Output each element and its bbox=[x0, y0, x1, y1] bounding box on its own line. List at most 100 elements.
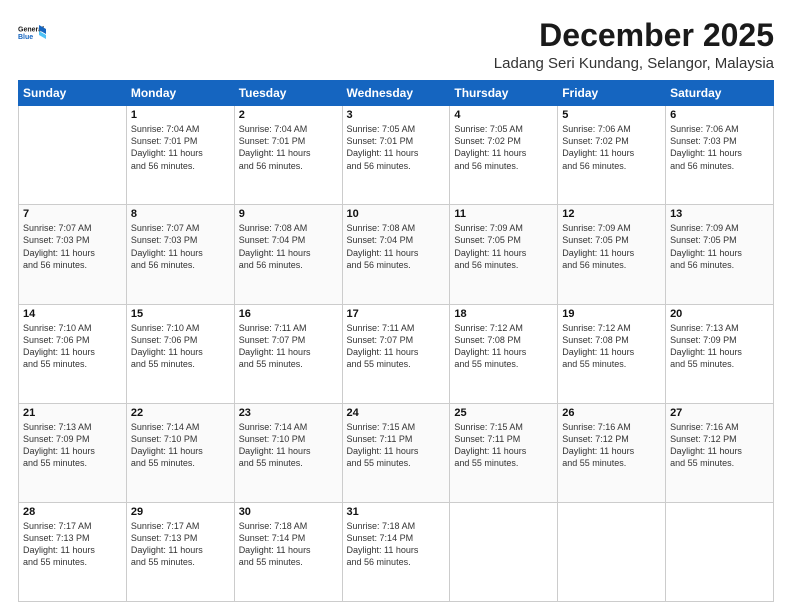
calendar-header-row: SundayMondayTuesdayWednesdayThursdayFrid… bbox=[19, 81, 774, 106]
calendar-header-sunday: Sunday bbox=[19, 81, 127, 106]
day-number: 22 bbox=[131, 407, 230, 419]
calendar-cell: 2 Sunrise: 7:04 AM Sunset: 7:01 PM Daylig… bbox=[234, 106, 342, 205]
calendar-header-wednesday: Wednesday bbox=[342, 81, 450, 106]
day-number: 12 bbox=[562, 208, 661, 220]
calendar-week-2: 7 Sunrise: 7:07 AM Sunset: 7:03 PM Daylig… bbox=[19, 205, 774, 304]
calendar-cell: 16Sunrise: 7:11 AM Sunset: 7:07 PM Dayli… bbox=[234, 304, 342, 403]
calendar-cell: 10 Sunrise: 7:08 AM Sunset: 7:04 PM Dayli… bbox=[342, 205, 450, 304]
day-info: Sunrise: 7:07 AM Sunset: 7:03 PM Dayligh… bbox=[131, 222, 230, 271]
calendar-cell: 19Sunrise: 7:12 AM Sunset: 7:08 PM Dayli… bbox=[558, 304, 666, 403]
day-number: 23 bbox=[239, 407, 338, 419]
title-block: December 2025 Ladang Seri Kundang, Selan… bbox=[494, 18, 774, 72]
day-info: Sunrise: 7:14 AM Sunset: 7:10 PM Dayligh… bbox=[131, 421, 230, 470]
calendar-cell: 27Sunrise: 7:16 AM Sunset: 7:12 PM Dayli… bbox=[666, 403, 774, 502]
day-info: Sunrise: 7:17 AM Sunset: 7:13 PM Dayligh… bbox=[23, 520, 122, 569]
calendar-cell bbox=[19, 106, 127, 205]
day-info: Sunrise: 7:18 AM Sunset: 7:14 PM Dayligh… bbox=[239, 520, 338, 569]
day-number: 4 bbox=[454, 109, 553, 121]
calendar-cell: 12Sunrise: 7:09 AM Sunset: 7:05 PM Dayli… bbox=[558, 205, 666, 304]
day-info: Sunrise: 7:06 AM Sunset: 7:02 PM Dayligh… bbox=[562, 123, 661, 172]
calendar-header-thursday: Thursday bbox=[450, 81, 558, 106]
day-info: Sunrise: 7:10 AM Sunset: 7:06 PM Dayligh… bbox=[23, 322, 122, 371]
calendar-week-1: 1 Sunrise: 7:04 AM Sunset: 7:01 PM Daylig… bbox=[19, 106, 774, 205]
day-info: Sunrise: 7:10 AM Sunset: 7:06 PM Dayligh… bbox=[131, 322, 230, 371]
day-info: Sunrise: 7:05 AM Sunset: 7:01 PM Dayligh… bbox=[347, 123, 446, 172]
day-info: Sunrise: 7:13 AM Sunset: 7:09 PM Dayligh… bbox=[670, 322, 769, 371]
day-number: 2 bbox=[239, 109, 338, 121]
calendar-cell: 29 Sunrise: 7:17 AM Sunset: 7:13 PM Dayli… bbox=[126, 502, 234, 601]
calendar-cell: 5 Sunrise: 7:06 AM Sunset: 7:02 PM Daylig… bbox=[558, 106, 666, 205]
calendar-cell bbox=[666, 502, 774, 601]
calendar-cell: 15Sunrise: 7:10 AM Sunset: 7:06 PM Dayli… bbox=[126, 304, 234, 403]
calendar-cell: 31 Sunrise: 7:18 AM Sunset: 7:14 PM Dayli… bbox=[342, 502, 450, 601]
calendar-cell: 30 Sunrise: 7:18 AM Sunset: 7:14 PM Dayli… bbox=[234, 502, 342, 601]
calendar-cell: 26 Sunrise: 7:16 AM Sunset: 7:12 PM Dayli… bbox=[558, 403, 666, 502]
calendar-cell: 3Sunrise: 7:05 AM Sunset: 7:01 PM Daylig… bbox=[342, 106, 450, 205]
day-number: 28 bbox=[23, 506, 122, 518]
day-info: Sunrise: 7:12 AM Sunset: 7:08 PM Dayligh… bbox=[562, 322, 661, 371]
day-number: 13 bbox=[670, 208, 769, 220]
day-number: 18 bbox=[454, 308, 553, 320]
calendar-cell: 20 Sunrise: 7:13 AM Sunset: 7:09 PM Dayli… bbox=[666, 304, 774, 403]
calendar-cell: 14 Sunrise: 7:10 AM Sunset: 7:06 PM Dayli… bbox=[19, 304, 127, 403]
day-number: 25 bbox=[454, 407, 553, 419]
day-info: Sunrise: 7:17 AM Sunset: 7:13 PM Dayligh… bbox=[131, 520, 230, 569]
svg-text:Blue: Blue bbox=[18, 34, 33, 41]
calendar-table: SundayMondayTuesdayWednesdayThursdayFrid… bbox=[18, 80, 774, 602]
logo: GeneralBlue bbox=[18, 18, 48, 48]
day-info: Sunrise: 7:11 AM Sunset: 7:07 PM Dayligh… bbox=[239, 322, 338, 371]
day-number: 17 bbox=[347, 308, 446, 320]
calendar-header-saturday: Saturday bbox=[666, 81, 774, 106]
calendar-cell: 28 Sunrise: 7:17 AM Sunset: 7:13 PM Dayli… bbox=[19, 502, 127, 601]
day-info: Sunrise: 7:06 AM Sunset: 7:03 PM Dayligh… bbox=[670, 123, 769, 172]
day-number: 9 bbox=[239, 208, 338, 220]
calendar-header-tuesday: Tuesday bbox=[234, 81, 342, 106]
calendar-cell: 23Sunrise: 7:14 AM Sunset: 7:10 PM Dayli… bbox=[234, 403, 342, 502]
calendar-cell: 22 Sunrise: 7:14 AM Sunset: 7:10 PM Dayli… bbox=[126, 403, 234, 502]
day-info: Sunrise: 7:05 AM Sunset: 7:02 PM Dayligh… bbox=[454, 123, 553, 172]
main-title: December 2025 bbox=[494, 18, 774, 53]
header: GeneralBlue December 2025 Ladang Seri Ku… bbox=[18, 18, 774, 72]
calendar-cell: 17 Sunrise: 7:11 AM Sunset: 7:07 PM Dayli… bbox=[342, 304, 450, 403]
calendar-cell: 7Sunrise: 7:07 AM Sunset: 7:03 PM Daylig… bbox=[19, 205, 127, 304]
day-number: 1 bbox=[131, 109, 230, 121]
day-info: Sunrise: 7:13 AM Sunset: 7:09 PM Dayligh… bbox=[23, 421, 122, 470]
day-number: 30 bbox=[239, 506, 338, 518]
day-info: Sunrise: 7:16 AM Sunset: 7:12 PM Dayligh… bbox=[562, 421, 661, 470]
day-info: Sunrise: 7:18 AM Sunset: 7:14 PM Dayligh… bbox=[347, 520, 446, 569]
calendar-cell bbox=[450, 502, 558, 601]
day-number: 5 bbox=[562, 109, 661, 121]
day-number: 31 bbox=[347, 506, 446, 518]
day-info: Sunrise: 7:16 AM Sunset: 7:12 PM Dayligh… bbox=[670, 421, 769, 470]
logo-icon: GeneralBlue bbox=[18, 18, 48, 48]
calendar-cell: 6 Sunrise: 7:06 AM Sunset: 7:03 PM Daylig… bbox=[666, 106, 774, 205]
page: GeneralBlue December 2025 Ladang Seri Ku… bbox=[0, 0, 792, 612]
calendar-cell: 24 Sunrise: 7:15 AM Sunset: 7:11 PM Dayli… bbox=[342, 403, 450, 502]
day-info: Sunrise: 7:11 AM Sunset: 7:07 PM Dayligh… bbox=[347, 322, 446, 371]
day-info: Sunrise: 7:08 AM Sunset: 7:04 PM Dayligh… bbox=[347, 222, 446, 271]
day-number: 11 bbox=[454, 208, 553, 220]
day-number: 6 bbox=[670, 109, 769, 121]
day-number: 20 bbox=[670, 308, 769, 320]
day-info: Sunrise: 7:15 AM Sunset: 7:11 PM Dayligh… bbox=[347, 421, 446, 470]
day-number: 10 bbox=[347, 208, 446, 220]
day-number: 26 bbox=[562, 407, 661, 419]
day-number: 21 bbox=[23, 407, 122, 419]
day-info: Sunrise: 7:04 AM Sunset: 7:01 PM Dayligh… bbox=[131, 123, 230, 172]
day-info: Sunrise: 7:04 AM Sunset: 7:01 PM Dayligh… bbox=[239, 123, 338, 172]
day-number: 24 bbox=[347, 407, 446, 419]
calendar-cell: 4 Sunrise: 7:05 AM Sunset: 7:02 PM Daylig… bbox=[450, 106, 558, 205]
calendar-cell: 21 Sunrise: 7:13 AM Sunset: 7:09 PM Dayli… bbox=[19, 403, 127, 502]
calendar-cell bbox=[558, 502, 666, 601]
day-number: 8 bbox=[131, 208, 230, 220]
subtitle: Ladang Seri Kundang, Selangor, Malaysia bbox=[494, 55, 774, 72]
calendar-week-5: 28 Sunrise: 7:17 AM Sunset: 7:13 PM Dayli… bbox=[19, 502, 774, 601]
calendar-cell: 9Sunrise: 7:08 AM Sunset: 7:04 PM Daylig… bbox=[234, 205, 342, 304]
day-info: Sunrise: 7:09 AM Sunset: 7:05 PM Dayligh… bbox=[454, 222, 553, 271]
calendar-week-3: 14 Sunrise: 7:10 AM Sunset: 7:06 PM Dayli… bbox=[19, 304, 774, 403]
day-info: Sunrise: 7:09 AM Sunset: 7:05 PM Dayligh… bbox=[670, 222, 769, 271]
day-number: 14 bbox=[23, 308, 122, 320]
day-number: 7 bbox=[23, 208, 122, 220]
calendar-cell: 25Sunrise: 7:15 AM Sunset: 7:11 PM Dayli… bbox=[450, 403, 558, 502]
day-number: 29 bbox=[131, 506, 230, 518]
